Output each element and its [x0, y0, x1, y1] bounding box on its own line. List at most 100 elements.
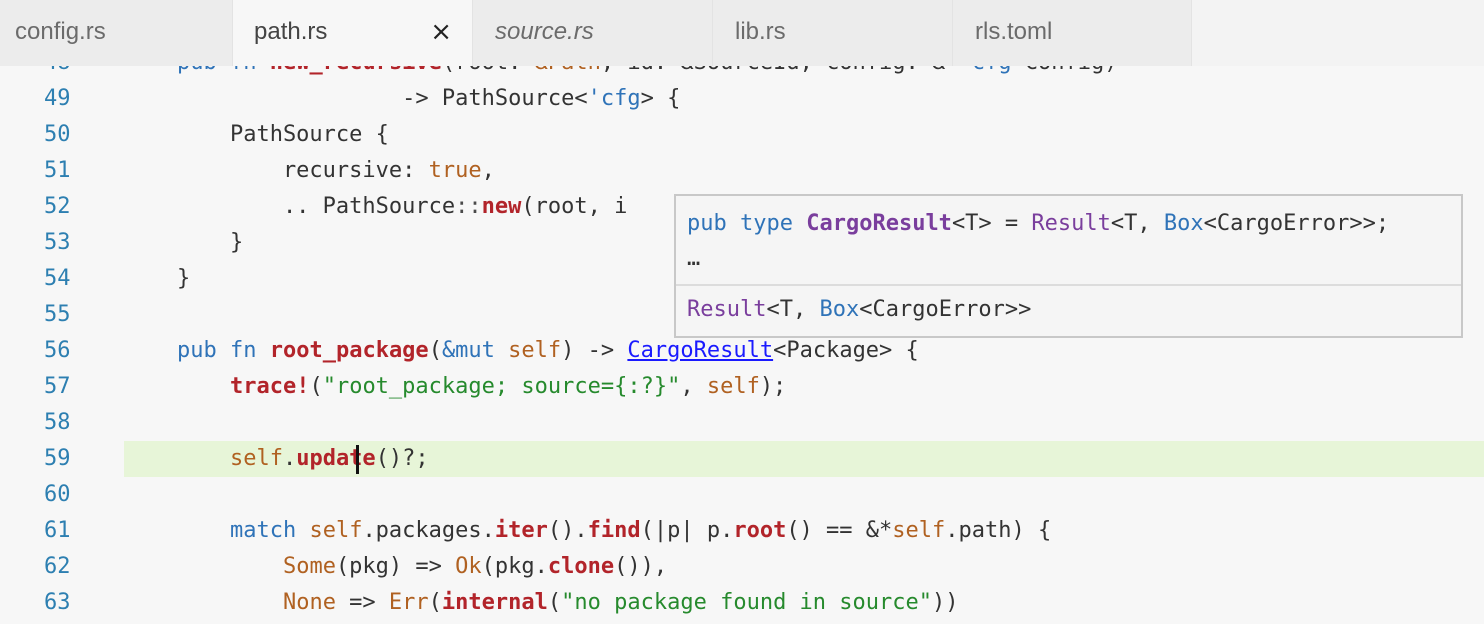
code-token: Box	[819, 297, 860, 322]
code-token: find	[587, 518, 641, 543]
code-token: type	[740, 211, 793, 236]
code-token: .. PathSource	[124, 194, 456, 219]
code-token: <CargoError>>;	[1203, 211, 1390, 236]
code-text[interactable]: None => Err(internal("no package found i…	[124, 585, 959, 621]
code-token: self	[706, 374, 760, 399]
code-token: self	[892, 518, 946, 543]
code-token: (	[428, 338, 442, 363]
code-text[interactable]: recursive: true,	[124, 153, 495, 189]
hover-tooltip: pub type CargoResult<T> = Result<T, Box<…	[674, 194, 1463, 338]
code-token: (root:	[442, 66, 535, 75]
code-token: pub	[177, 66, 217, 75]
line-number: 60	[44, 482, 71, 507]
code-line-63: 63 None => Err(internal("no package foun…	[0, 585, 1484, 621]
code-token: , config: &	[800, 66, 959, 75]
code-text[interactable]: pub fn new_recursive(root: &Path, id: &S…	[124, 66, 1118, 81]
tab-lib-rs[interactable]: lib.rs	[713, 0, 953, 66]
code-token: ,	[680, 374, 707, 399]
tab-label: path.rs	[254, 18, 328, 45]
code-text[interactable]: }	[124, 261, 190, 297]
code-token: &mut	[441, 338, 495, 363]
tab-bar: config.rs path.rs × source.rs lib.rs rls…	[0, 0, 1484, 66]
code-line-61: 61 match self.packages.iter().find(|p| p…	[0, 513, 1484, 549]
code-text[interactable]: -> PathSource<'cfg> {	[124, 81, 680, 117]
code-token: ,	[481, 158, 495, 183]
tab-path-rs[interactable]: path.rs ×	[233, 0, 473, 66]
code-token: self	[229, 446, 283, 471]
code-text[interactable]: Some(pkg) => Ok(pkg.clone()),	[124, 549, 667, 585]
code-lines: 48 pub fn new_recursive(root: &Path, id:…	[0, 66, 1484, 621]
code-token: (	[309, 374, 323, 399]
tab-label: config.rs	[15, 18, 106, 45]
code-token: ()?;	[375, 446, 429, 471]
code-token: trace!	[229, 374, 310, 399]
code-token: root	[733, 518, 787, 543]
code-token: true	[428, 158, 482, 183]
code-token: Ok	[455, 554, 482, 579]
code-editor[interactable]: 48 pub fn new_recursive(root: &Path, id:…	[0, 66, 1484, 624]
code-line-49: 49 -> PathSource<'cfg> {	[0, 81, 1484, 117]
code-text[interactable]: .. PathSource::new(root, i	[124, 189, 627, 225]
code-token: }	[124, 266, 191, 291]
type-link[interactable]: CargoResult	[627, 338, 773, 363]
hover-type: Result<T, Box<CargoError>>	[687, 290, 1031, 330]
code-line-60: 60	[0, 477, 1484, 513]
code-token: ) ->	[561, 338, 628, 363]
line-number: 56	[44, 338, 71, 363]
code-line-51: 51 recursive: true,	[0, 153, 1484, 189]
code-token: .path) {	[945, 518, 1052, 543]
code-token: <T,	[1110, 211, 1164, 236]
tab-label: lib.rs	[735, 18, 786, 45]
tab-label: source.rs	[495, 18, 594, 45]
code-text[interactable]: trace!("root_package; source={:?}", self…	[124, 369, 786, 405]
code-text[interactable]: PathSource {	[124, 117, 389, 153]
line-number: 54	[44, 266, 71, 291]
code-token: <Package> {	[773, 338, 919, 363]
line-number: 55	[44, 302, 71, 327]
code-token: ().	[547, 518, 588, 543]
code-text[interactable]: self.update()?;	[124, 441, 429, 477]
code-token: }	[124, 230, 244, 255]
code-text[interactable]: pub fn root_package(&mut self) -> CargoR…	[124, 333, 919, 369]
code-token: <T,	[766, 297, 820, 322]
code-line-59-current: 59 self.update()?;	[0, 441, 1484, 477]
code-token: .	[282, 446, 297, 471]
code-token: 'cfg	[587, 86, 641, 111]
code-token: (pkg.	[481, 554, 548, 579]
code-token: 'cfg	[959, 66, 1012, 75]
code-token: ::	[455, 194, 482, 219]
code-text[interactable]: match self.packages.iter().find(|p| p.ro…	[124, 513, 1051, 549]
code-token: (	[547, 590, 562, 615]
code-line-57: 57 trace!("root_package; source={:?}", s…	[0, 369, 1484, 405]
code-token: );	[759, 374, 787, 399]
code-text[interactable]: }	[124, 225, 243, 261]
code-token: =>	[335, 590, 389, 615]
text-cursor	[356, 445, 359, 474]
tab-config-rs[interactable]: config.rs	[0, 0, 233, 66]
code-token: > {	[640, 86, 681, 111]
code-token: <T> =	[951, 211, 1032, 236]
code-token: new	[481, 194, 522, 219]
code-token: internal	[441, 590, 548, 615]
code-token: fn	[230, 66, 257, 75]
code-token: new_recursive	[270, 66, 442, 75]
code-token: recursive:	[124, 158, 429, 183]
code-token: self	[508, 338, 562, 363]
tab-rls-toml[interactable]: rls.toml	[953, 0, 1192, 66]
code-token: Config)	[1012, 66, 1118, 75]
tab-source-rs[interactable]: source.rs	[473, 0, 713, 66]
code-token: &SourceId	[680, 66, 799, 75]
line-number: 57	[44, 374, 71, 399]
close-icon[interactable]: ×	[430, 0, 452, 64]
code-line-58: 58	[0, 405, 1484, 441]
